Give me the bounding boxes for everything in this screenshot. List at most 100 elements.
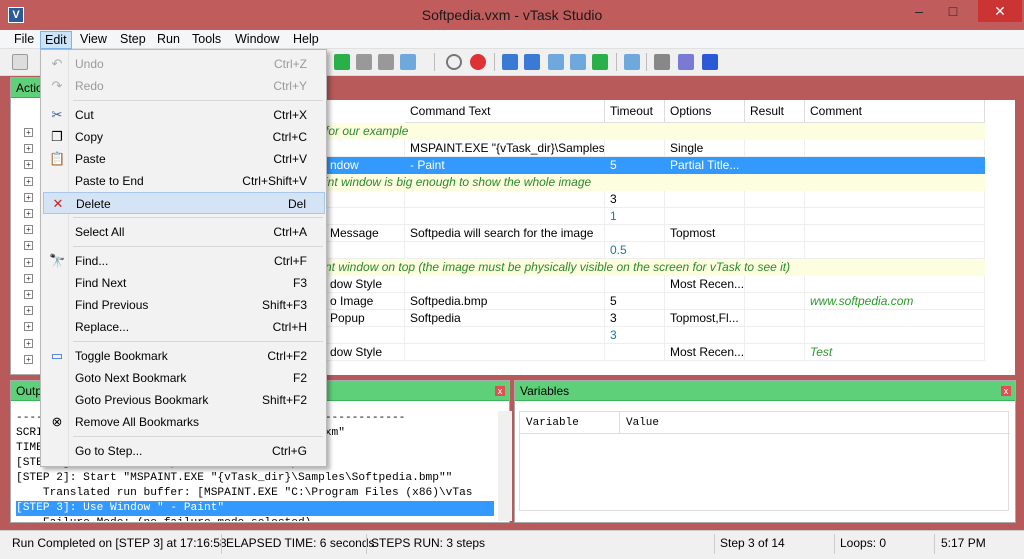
tree-expand-node[interactable]: + [24, 225, 33, 235]
menu-item-goto-next-bookmark[interactable]: Goto Next Bookmark F2 [43, 367, 325, 389]
menu-item-find[interactable]: 🔭 Find... Ctrl+F [43, 250, 325, 272]
menu-item-label: Go to Step... [75, 444, 143, 458]
stop-icon[interactable] [378, 54, 394, 70]
disable-icon[interactable] [446, 54, 462, 70]
step-row[interactable]: 3 [325, 191, 985, 208]
cell-comment: Test [805, 344, 985, 361]
cell-options: Most Recen... [665, 344, 745, 361]
outdent-icon[interactable] [570, 54, 586, 70]
tree-expand-node[interactable]: + [24, 290, 33, 299]
tree-expand-node[interactable]: + [24, 176, 33, 186]
cell-cmd [405, 276, 605, 293]
tree-expand-node[interactable]: + [24, 144, 33, 154]
col-value[interactable]: Value [620, 412, 1010, 434]
col-command-text[interactable]: Command Text [405, 100, 605, 123]
new-file-icon[interactable] [12, 54, 28, 70]
menu-edit[interactable]: Edit [40, 31, 72, 49]
menu-item-cut[interactable]: ✂ Cut Ctrl+X [43, 104, 325, 126]
tree-expand-node[interactable]: + [24, 160, 33, 170]
screen-icon[interactable] [624, 54, 640, 70]
menu-step[interactable]: Step [116, 31, 150, 49]
cell-name [325, 327, 405, 344]
output-scrollbar[interactable] [498, 411, 512, 521]
cell-comment: www.softpedia.com [805, 293, 985, 310]
run-icon[interactable] [334, 54, 350, 70]
comment-row[interactable]: for our example [325, 123, 985, 140]
options-icon[interactable] [678, 54, 694, 70]
menu-item-select-all[interactable]: Select All Ctrl+A [43, 221, 325, 243]
menu-item-find-next[interactable]: Find Next F3 [43, 272, 325, 294]
step-row[interactable]: MSPAINT.EXE "{vTask_dir}\Samples\... Sing… [325, 140, 985, 157]
close-button[interactable]: ✕ [978, 0, 1022, 22]
move-down-icon[interactable] [524, 54, 540, 70]
output-close-button[interactable]: x [495, 386, 505, 396]
tree-expand-node[interactable]: + [24, 322, 33, 332]
run-options-icon[interactable] [400, 54, 416, 70]
menu-item-shortcut: Ctrl+V [273, 152, 307, 166]
menu-item-paste[interactable]: 📋 Paste Ctrl+V [43, 148, 325, 170]
menu-window[interactable]: Window [231, 31, 283, 49]
tools-icon[interactable] [654, 54, 670, 70]
menu-help[interactable]: Help [289, 31, 323, 49]
menu-item-toggle-bookmark[interactable]: ▭ Toggle Bookmark Ctrl+F2 [43, 345, 325, 367]
step-row[interactable]: Message Softpedia will search for the ima… [325, 225, 985, 242]
comment-icon[interactable] [592, 54, 608, 70]
step-row[interactable]: ndow - Paint 5 Partial Title... [325, 157, 985, 174]
comment-row[interactable]: int window is big enough to show the who… [325, 174, 985, 191]
menu-item-paste-to-end[interactable]: Paste to End Ctrl+Shift+V [43, 170, 325, 192]
col-result[interactable]: Result [745, 100, 805, 123]
menu-item-goto-previous-bookmark[interactable]: Goto Previous Bookmark Shift+F2 [43, 389, 325, 411]
menu-item-delete[interactable]: ✕ Delete Del [43, 192, 325, 214]
col-options[interactable]: Options [665, 100, 745, 123]
menu-item-replace[interactable]: Replace... Ctrl+H [43, 316, 325, 338]
menu-item-shortcut: Ctrl+X [273, 108, 307, 122]
indent-icon[interactable] [548, 54, 564, 70]
step-row[interactable]: o Image Softpedia.bmp 5 www.softpedia.com [325, 293, 985, 310]
menu-item-label: Find... [75, 254, 109, 268]
step-row[interactable]: 3 [325, 327, 985, 344]
tree-expand-node[interactable]: + [24, 306, 33, 316]
tree-expand-node[interactable]: + [24, 257, 33, 267]
minimize-button[interactable]: – [902, 0, 936, 22]
step-row[interactable]: 0.5 [325, 242, 985, 259]
menu-run[interactable]: Run [153, 31, 184, 49]
menu-item-shortcut: Ctrl+G [271, 444, 307, 458]
tree-expand-node[interactable]: + [24, 354, 33, 364]
menu-item-copy[interactable]: ❐ Copy Ctrl+C [43, 126, 325, 148]
menu-file[interactable]: File [10, 31, 38, 49]
step-row[interactable]: 1 [325, 208, 985, 225]
tree-expand-node[interactable]: + [24, 209, 33, 218]
menu-tools[interactable]: Tools [188, 31, 225, 49]
redo-icon: ↷ [51, 78, 63, 93]
menu-item-find-previous[interactable]: Find Previous Shift+F3 [43, 294, 325, 316]
col-comment[interactable]: Comment [805, 100, 985, 123]
move-up-icon[interactable] [502, 54, 518, 70]
menu-item-remove-all-bookmarks[interactable]: ⊗ Remove All Bookmarks [43, 411, 325, 433]
menu-item-undo[interactable]: ↶ Undo Ctrl+Z [43, 53, 325, 75]
cell-options: Partial Title... [665, 157, 745, 174]
maximize-button[interactable]: □ [936, 0, 970, 22]
pause-icon[interactable] [356, 54, 372, 70]
stop-red-icon[interactable] [470, 54, 486, 70]
cell-name: dow Style [325, 344, 405, 361]
menu-item-shortcut: Ctrl+A [273, 225, 307, 239]
comment-row[interactable]: nt window on top (the image must be phys… [325, 259, 985, 276]
col-variable[interactable]: Variable [520, 412, 620, 434]
tree-expand-node[interactable]: + [24, 241, 33, 251]
step-row[interactable]: dow Style Most Recen... Test [325, 344, 985, 361]
tree-expand-node[interactable]: + [24, 192, 33, 202]
menu-item-redo[interactable]: ↷ Redo Ctrl+Y [43, 75, 325, 97]
step-row[interactable]: dow Style Most Recen... [325, 276, 985, 293]
variables-close-button[interactable]: x [1001, 386, 1011, 396]
menu-bar: File Edit View Step Run Tools Window Hel… [0, 30, 1024, 49]
pin-icon[interactable] [702, 54, 718, 70]
tree-expand-node[interactable]: + [24, 128, 33, 137]
status-loops: Loops: 0 [840, 536, 887, 550]
step-row[interactable]: Popup Softpedia 3 Topmost,Fl... [325, 310, 985, 327]
menu-view[interactable]: View [76, 31, 111, 49]
menu-item-go-to-step[interactable]: Go to Step... Ctrl+G [43, 440, 325, 462]
col-timeout[interactable]: Timeout [605, 100, 665, 123]
menu-item-label: Copy [75, 130, 104, 144]
tree-expand-node[interactable]: + [24, 273, 33, 283]
tree-expand-node[interactable]: + [24, 338, 33, 348]
